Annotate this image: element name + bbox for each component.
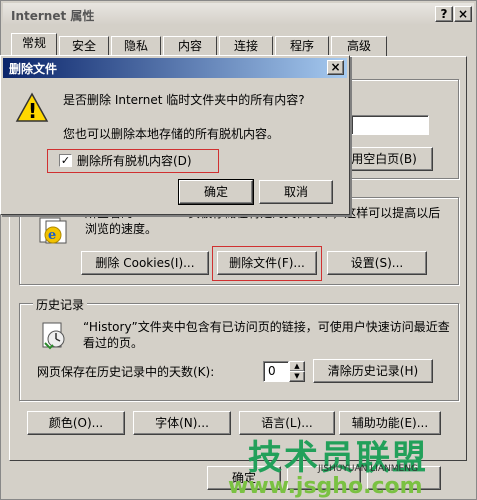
delete-offline-checkbox[interactable]: ✓ [59, 154, 72, 167]
warning-glyph: ! [28, 99, 37, 123]
history-description: “History”文件夹中包含有已访问页的链接，可使用户快速访问最近查看过的页。 [83, 320, 450, 350]
history-days-label: 网页保存在历史记录中的天数(K): [37, 365, 215, 379]
svg-text:e: e [48, 228, 56, 243]
dialog-ok-button[interactable]: 确定 [178, 179, 254, 205]
help-button[interactable]: ? [435, 6, 453, 22]
dialog-title-bar: 删除文件 × [3, 58, 347, 78]
history-group [19, 303, 459, 401]
tab-security[interactable]: 安全 [59, 36, 109, 56]
delete-offline-label[interactable]: 删除所有脱机内容(D) [77, 153, 192, 169]
dialog-close-button[interactable]: × [327, 60, 344, 75]
colors-button[interactable]: 颜色(O)... [27, 411, 125, 435]
use-blank-button[interactable]: 使用空白页(B) [337, 147, 433, 171]
watermark-small-text: JISHUYUAN LIANMENG [318, 464, 418, 474]
dialog-question: 是否删除 Internet 临时文件夹中的所有内容? [63, 93, 305, 107]
history-days-input[interactable]: 0 [263, 361, 289, 382]
fonts-button[interactable]: 字体(N)... [133, 411, 231, 435]
history-folder-icon [39, 319, 69, 351]
close-button[interactable]: × [454, 6, 472, 22]
history-group-label: 历史记录 [33, 296, 88, 313]
spinner-down-icon[interactable]: ▼ [289, 371, 305, 382]
clear-history-button[interactable]: 清除历史记录(H) [313, 359, 433, 383]
title-bar: Internet 属性 ? × [3, 3, 474, 25]
tab-connections[interactable]: 连接 [219, 36, 273, 56]
history-days-spinner[interactable]: ▲ ▼ [289, 361, 305, 382]
tab-general[interactable]: 常规 [11, 33, 57, 57]
tab-programs[interactable]: 程序 [275, 36, 329, 56]
settings-button[interactable]: 设置(S)... [327, 251, 427, 275]
warning-icon: ! [15, 92, 49, 124]
window-title: Internet 属性 [11, 9, 95, 23]
tab-advanced[interactable]: 高级 [331, 36, 387, 56]
ie-page-icon: e [37, 215, 69, 245]
watermark-url: www.jsgho.com [228, 474, 423, 499]
homepage-address-input[interactable] [351, 115, 429, 135]
delete-cookies-button[interactable]: 删除 Cookies(I)... [81, 251, 209, 275]
dialog-cancel-button[interactable]: 取消 [259, 180, 333, 204]
delete-files-button[interactable]: 删除文件(F)... [217, 251, 317, 275]
dialog-subtext: 您也可以删除本地存储的所有脱机内容。 [63, 127, 280, 141]
tab-privacy[interactable]: 隐私 [111, 36, 161, 56]
delete-files-dialog: 删除文件 × ! 是否删除 Internet 临时文件夹中的所有内容? 您也可以… [0, 55, 350, 215]
dialog-title: 删除文件 [9, 62, 58, 76]
tab-content[interactable]: 内容 [163, 36, 217, 56]
